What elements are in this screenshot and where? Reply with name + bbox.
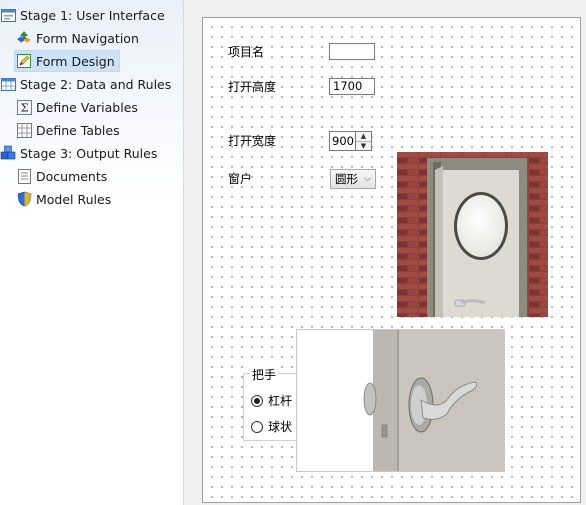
handle-option-lever[interactable]: 杠杆 bbox=[251, 392, 292, 409]
nav-documents[interactable]: Documents bbox=[16, 166, 107, 186]
nav-form-design[interactable]: Form Design bbox=[14, 50, 120, 72]
chevron-down-icon: ⌵ bbox=[364, 174, 371, 184]
nav-label: Documents bbox=[36, 168, 108, 184]
nav-stage-3-output-rules[interactable]: Stage 3: Output Rules bbox=[0, 143, 157, 163]
nav-form-navigation[interactable]: Form Navigation bbox=[16, 28, 139, 48]
document-icon bbox=[16, 168, 32, 184]
nav-label: Stage 1: User Interface bbox=[20, 7, 165, 23]
radio-selected-icon[interactable] bbox=[251, 394, 263, 407]
handle-group-label: 把手 bbox=[250, 366, 279, 383]
window-icon bbox=[0, 7, 16, 23]
handle-option-knob[interactable]: 球状 bbox=[251, 418, 292, 435]
stepper-down-icon[interactable]: ▼ bbox=[356, 142, 371, 151]
nav-label: Form Design bbox=[36, 53, 115, 69]
nav-label: Model Rules bbox=[36, 191, 112, 207]
window-select[interactable]: 圆形 ⌵ bbox=[330, 169, 376, 189]
handle-option-label: 球状 bbox=[268, 420, 293, 434]
sidebar-nav: Stage 1: User Interface Form Navigation … bbox=[0, 0, 184, 505]
radio-empty-icon[interactable] bbox=[251, 420, 263, 433]
nav-model-rules[interactable]: Model Rules bbox=[16, 189, 111, 209]
navigation-arrows-icon bbox=[16, 30, 32, 46]
form-design-canvas[interactable]: 项目名 打开高度 1700 打开宽度 900 ▲ ▼ 窗户 圆形 ⌵ 把手 杠杆… bbox=[202, 17, 581, 503]
open-height-input[interactable]: 1700 bbox=[329, 78, 375, 95]
nav-label: Define Variables bbox=[36, 99, 138, 115]
handle-option-label: 杠杆 bbox=[268, 394, 293, 408]
open-height-label: 打开高度 bbox=[228, 80, 277, 94]
nav-label: Stage 3: Output Rules bbox=[20, 145, 158, 161]
form-design-panel: 项目名 打开高度 1700 打开宽度 900 ▲ ▼ 窗户 圆形 ⌵ 把手 杠杆… bbox=[186, 0, 586, 505]
nav-stage-2-data-and-rules[interactable]: Stage 2: Data and Rules bbox=[0, 74, 171, 94]
window-select-value: 圆形 bbox=[335, 172, 358, 186]
form-edit-icon bbox=[16, 53, 32, 69]
svg-text:Σ: Σ bbox=[20, 101, 28, 114]
stepper-up-icon[interactable]: ▲ bbox=[356, 132, 371, 142]
nav-stage-1-user-interface[interactable]: Stage 1: User Interface bbox=[0, 5, 165, 25]
nav-label: Stage 2: Data and Rules bbox=[20, 76, 172, 92]
nav-label: Define Tables bbox=[36, 122, 120, 138]
open-width-label: 打开宽度 bbox=[228, 134, 277, 148]
open-width-stepper[interactable]: 900 ▲ ▼ bbox=[329, 131, 372, 151]
sigma-icon: Σ bbox=[16, 99, 32, 115]
item-name-label: 项目名 bbox=[228, 45, 265, 59]
nav-label: Form Navigation bbox=[36, 30, 139, 46]
open-width-value[interactable]: 900 bbox=[329, 131, 355, 151]
handle-preview-image bbox=[296, 329, 505, 472]
shield-icon bbox=[16, 191, 32, 207]
table-grid-icon bbox=[0, 76, 16, 92]
cubes-icon bbox=[0, 145, 16, 161]
item-name-input[interactable] bbox=[329, 43, 375, 60]
nav-define-tables[interactable]: Define Tables bbox=[16, 120, 120, 140]
window-label: 窗户 bbox=[228, 172, 253, 186]
nav-define-variables[interactable]: Σ Define Variables bbox=[16, 97, 138, 117]
table-icon bbox=[16, 122, 32, 138]
door-preview-image bbox=[397, 152, 548, 317]
